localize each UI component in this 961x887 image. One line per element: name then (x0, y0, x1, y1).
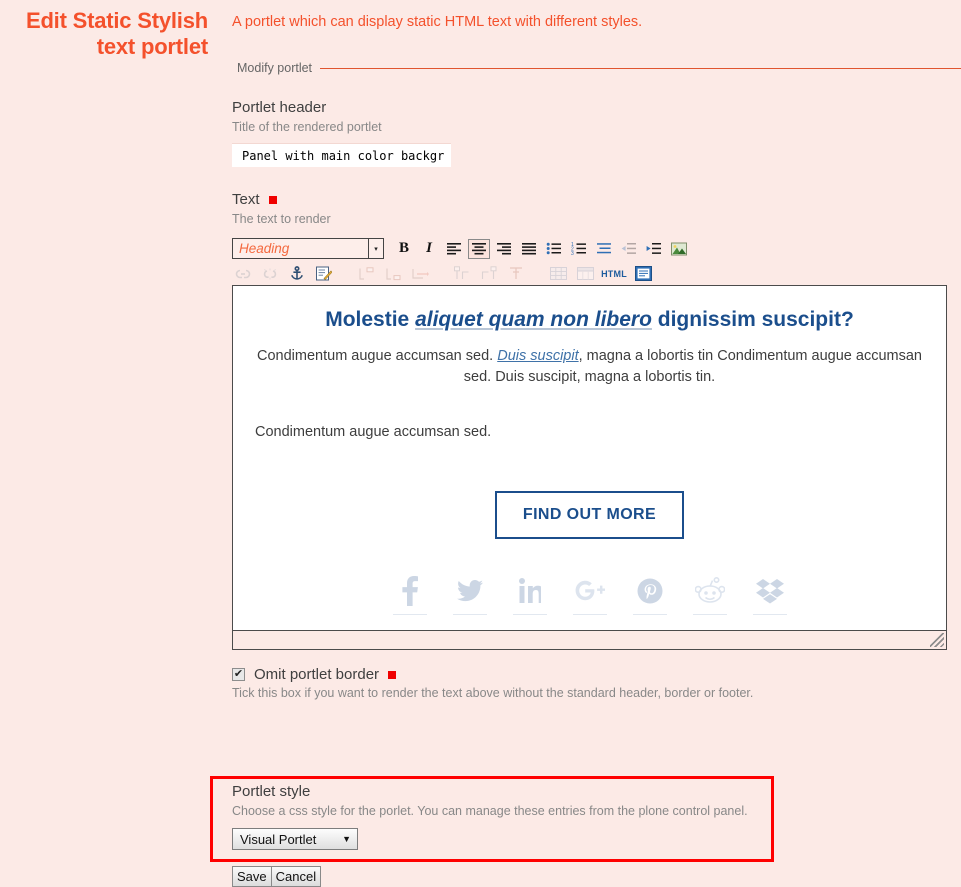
editor-paragraph-2: Condimentum augue accumsan sed. (255, 424, 492, 440)
portlet-style-value: Visual Portlet (240, 831, 317, 847)
chevron-down-icon: ▼ (342, 834, 351, 844)
field-text: Text The text to render Heading ▾ B I 1 … (232, 191, 961, 650)
modify-portlet-fieldset: Modify portlet Portlet header Title of t… (210, 61, 961, 887)
portlet-header-input[interactable] (232, 143, 451, 167)
editor-content-area[interactable]: Molestie aliquet quam non libero digniss… (232, 285, 947, 630)
linkedin-underline (512, 614, 547, 615)
align-left-icon[interactable] (443, 239, 465, 259)
table-props-icon[interactable] (574, 264, 596, 284)
portlet-description: A portlet which can display static HTML … (232, 14, 643, 30)
editor-heading: Molestie aliquet quam non libero digniss… (255, 307, 924, 333)
resize-handle-icon[interactable] (930, 633, 944, 647)
align-right-icon[interactable] (493, 239, 515, 259)
twitter-link[interactable] (449, 574, 491, 615)
edit-source-icon[interactable] (313, 264, 335, 284)
align-center-icon[interactable] (468, 238, 490, 259)
italic-icon[interactable]: I (418, 239, 440, 259)
pinterest-link[interactable] (629, 574, 671, 615)
dropbox-icon (749, 574, 791, 608)
editor-toolbar-row-1: Heading ▾ B I 1 2 3 (232, 237, 947, 260)
omit-border-help: Tick this box if you want to render the … (232, 686, 754, 700)
find-out-more-button[interactable]: FIND OUT MORE (494, 491, 685, 539)
portlet-style-select[interactable]: Visual Portlet ▼ (232, 828, 358, 850)
pinterest-underline (632, 614, 667, 615)
facebook-icon (389, 574, 431, 608)
googleplus-icon (569, 574, 611, 608)
paragraph-style-value: Heading (239, 241, 290, 256)
editor-toolbar-row-2: HTML (232, 262, 947, 285)
form-content: A portlet which can display static HTML … (210, 0, 961, 887)
fieldset-legend: Modify portlet (232, 61, 961, 75)
field-portlet-header: Portlet header Title of the rendered por… (232, 99, 961, 167)
insert-definition-icon[interactable] (355, 264, 377, 284)
anchor-icon[interactable] (286, 264, 308, 284)
googleplus-link[interactable] (569, 574, 611, 615)
facebook-link[interactable] (389, 574, 431, 615)
outdent-icon[interactable] (618, 239, 640, 259)
editor-paragraph-1: Condimentum augue accumsan sed. Duis sus… (255, 346, 924, 388)
bullet-list-icon[interactable] (543, 239, 565, 259)
paragraph-1-pre: Condimentum augue accumsan sed. (257, 348, 498, 364)
reddit-link[interactable] (689, 574, 731, 615)
dropbox-link[interactable] (749, 574, 791, 615)
editor-heading-post: dignissim suscipit? (651, 308, 854, 331)
omit-border-label: Omit portlet border (254, 666, 380, 683)
facebook-underline (392, 614, 427, 615)
omit-border-checkbox[interactable]: ✔ (232, 668, 245, 681)
text-label: Text (232, 191, 961, 209)
reddit-icon (689, 574, 731, 608)
text-label-text: Text (232, 191, 260, 208)
html-source-icon[interactable]: HTML (601, 264, 627, 284)
paragraph-1-link[interactable]: Duis suscipit (497, 348, 578, 364)
required-marker-omit-border (388, 670, 397, 679)
linkedin-icon (509, 574, 551, 608)
editor-heading-link[interactable]: aliquet quam non libero (415, 308, 652, 331)
editor-status-bar[interactable] (232, 630, 947, 650)
reddit-underline (692, 614, 727, 615)
page-title: Edit Static Stylish text portlet (25, 8, 208, 59)
twitter-icon (449, 574, 491, 608)
portlet-style-label: Portlet style (232, 783, 311, 800)
bold-icon[interactable]: B (393, 239, 415, 259)
editor-heading-pre: Molestie (325, 308, 416, 331)
delete-column-icon[interactable] (505, 264, 527, 284)
portlet-style-help: Choose a css style for the porlet. You c… (232, 804, 748, 818)
fullscreen-icon[interactable] (632, 264, 654, 284)
text-help: The text to render (232, 212, 331, 226)
link-icon[interactable] (232, 264, 254, 284)
twitter-underline (452, 614, 487, 615)
form-actions: Save Cancel (232, 866, 322, 887)
indent-icon[interactable] (643, 239, 665, 259)
googleplus-underline (572, 614, 607, 615)
image-icon[interactable] (668, 239, 690, 259)
field-portlet-style: Portlet style Choose a css style for the… (232, 783, 772, 850)
pinterest-icon (629, 574, 671, 608)
portlet-header-help: Title of the rendered portlet (232, 120, 382, 134)
insert-term-icon[interactable] (382, 264, 404, 284)
cancel-button[interactable]: Cancel (270, 866, 322, 887)
field-omit-border: ✔ Omit portlet border Tick this box if y… (232, 666, 961, 701)
social-links-row (255, 574, 924, 615)
column-before-icon[interactable] (451, 264, 473, 284)
numbered-list-icon[interactable]: 123 (568, 239, 590, 259)
align-justify-icon[interactable] (518, 239, 540, 259)
svg-text:3: 3 (571, 251, 574, 255)
linkedin-link[interactable] (509, 574, 551, 615)
cta-row: FIND OUT MORE (255, 491, 924, 539)
legend-rule (320, 67, 961, 69)
paragraph-style-select[interactable]: Heading ▾ (232, 238, 384, 259)
definition-list-icon[interactable] (593, 239, 615, 259)
dropbox-underline (752, 614, 787, 615)
column-after-icon[interactable] (478, 264, 500, 284)
unlink-icon[interactable] (259, 264, 281, 284)
insert-row-icon[interactable] (409, 264, 431, 284)
chevron-down-icon: ▾ (368, 239, 383, 258)
portlet-header-label: Portlet header (232, 99, 327, 116)
rich-text-editor: Heading ▾ B I 1 2 3 HTML Molestie alique… (232, 237, 947, 650)
required-marker (268, 196, 277, 204)
omit-border-row[interactable]: ✔ Omit portlet border (232, 666, 961, 683)
save-button[interactable]: Save (232, 866, 272, 887)
legend-label: Modify portlet (237, 61, 313, 75)
table-grid-icon[interactable] (547, 264, 569, 284)
